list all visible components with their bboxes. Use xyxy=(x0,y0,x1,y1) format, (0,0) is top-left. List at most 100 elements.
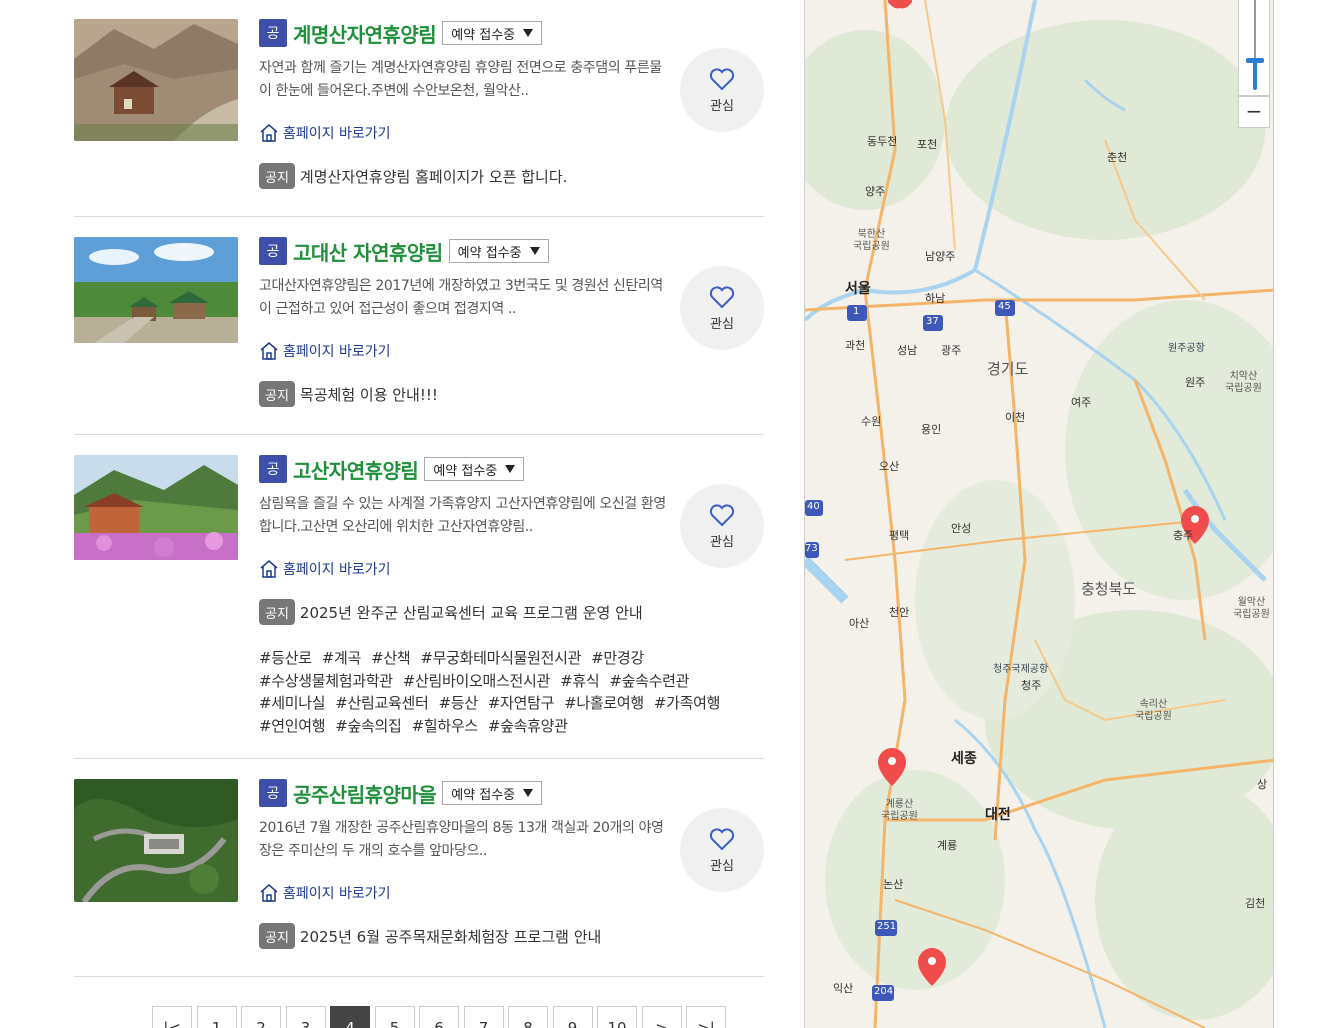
tag[interactable]: #숲속수련관 xyxy=(609,672,689,690)
city-label: 안성 xyxy=(951,522,972,535)
zoom-handle-icon[interactable] xyxy=(1246,58,1264,90)
favorite-button[interactable]: 관심 xyxy=(680,484,764,568)
notice-text[interactable]: 목공체험 이용 안내!!! xyxy=(300,384,438,405)
heart-icon xyxy=(709,503,735,526)
notice-row[interactable]: 공지 계명산자연휴양림 홈페이지가 오픈 합니다. xyxy=(259,163,669,189)
notice-text[interactable]: 2025년 6월 공주목재문화체험장 프로그램 안내 xyxy=(300,926,601,947)
region-label: 경기도 xyxy=(987,360,1029,378)
notice-badge: 공지 xyxy=(259,599,295,625)
park-label: 북한산 국립공원 xyxy=(853,229,890,252)
resort-description: 2016년 7월 개장한 공주산림휴양마을의 8동 13개 객실과 20개의 야… xyxy=(259,820,664,859)
city-label: 천안 xyxy=(889,606,910,619)
tag[interactable]: #연인여행 xyxy=(259,717,326,735)
page-button[interactable]: 1 xyxy=(196,1006,237,1028)
city-label: 하남 xyxy=(925,292,946,305)
resort-title[interactable]: 공주산림휴양마을 xyxy=(293,779,437,808)
city-label: 김천 xyxy=(1245,897,1266,910)
park-label: 치악산 국립공원 xyxy=(1225,371,1262,394)
city-label: 광주 xyxy=(941,344,962,357)
tag[interactable]: #휴식 xyxy=(560,672,600,690)
tag[interactable]: #계곡 xyxy=(322,649,362,667)
homepage-link[interactable]: 홈페이지 바로가기 xyxy=(259,559,669,579)
next-page-button[interactable]: > xyxy=(641,1006,682,1028)
home-icon xyxy=(260,560,278,578)
tag[interactable]: #가족여행 xyxy=(654,694,721,712)
resort-thumbnail[interactable] xyxy=(74,455,238,560)
status-label: 예약 접수중 xyxy=(451,787,516,803)
park-label: 월악산 국립공원 xyxy=(1233,597,1270,620)
homepage-link[interactable]: 홈페이지 바로가기 xyxy=(259,883,669,903)
homepage-link[interactable]: 홈페이지 바로가기 xyxy=(259,123,669,143)
heart-icon xyxy=(709,285,735,308)
page-button[interactable]: 2 xyxy=(241,1006,281,1028)
city-label: 세종 xyxy=(951,751,977,767)
map-view[interactable]: 1 37 45 40 73 251 204 동두천 포천 춘천 양주 남양주 서… xyxy=(804,0,1274,1028)
road-number: 37 xyxy=(926,316,939,327)
city-label: 원주 xyxy=(1185,376,1206,389)
favorite-button[interactable]: 관심 xyxy=(680,48,764,132)
page-button[interactable]: 9 xyxy=(552,1006,593,1028)
tag[interactable]: #힐하우스 xyxy=(412,717,479,735)
airport-label: 청주국제공항 xyxy=(993,664,1049,675)
city-label: 아산 xyxy=(849,617,870,630)
tag[interactable]: #등산 xyxy=(439,694,479,712)
homepage-link[interactable]: 홈페이지 바로가기 xyxy=(259,341,669,361)
reservation-status-select[interactable]: 예약 접수중 xyxy=(442,781,543,805)
list-item: 공 공주산림휴양마을 예약 접수중 2016년 7월 개장한 공주산림휴양마을의… xyxy=(74,759,764,977)
first-page-icon: |< xyxy=(163,1019,181,1028)
favorite-label: 관심 xyxy=(710,534,734,550)
zoom-slider[interactable] xyxy=(1238,0,1270,96)
notice-row[interactable]: 공지 2025년 6월 공주목재문화체험장 프로그램 안내 xyxy=(259,923,669,949)
tag[interactable]: #만경강 xyxy=(591,649,644,667)
public-badge: 공 xyxy=(259,779,287,807)
tag[interactable]: #자연탐구 xyxy=(488,694,555,712)
tag[interactable]: #수상생물체험과학관 xyxy=(259,672,393,690)
page-button[interactable]: 7 xyxy=(463,1006,504,1028)
page-button[interactable]: 8 xyxy=(508,1006,548,1028)
airport-label: 원주공항 xyxy=(1168,343,1205,354)
last-page-button[interactable]: >| xyxy=(686,1006,726,1028)
city-label: 서울 xyxy=(845,281,871,297)
favorite-label: 관심 xyxy=(710,316,734,332)
reservation-status-select[interactable]: 예약 접수중 xyxy=(448,239,549,263)
reservation-status-select[interactable]: 예약 접수중 xyxy=(442,21,543,45)
city-label: 용인 xyxy=(921,423,942,436)
page-button[interactable]: 10 xyxy=(597,1006,637,1028)
tag[interactable]: #세미나실 xyxy=(259,694,326,712)
caret-down-icon xyxy=(523,29,534,37)
tag[interactable]: #숲속의집 xyxy=(335,717,402,735)
resort-title[interactable]: 고산자연휴양림 xyxy=(293,455,419,484)
road-number: 73 xyxy=(805,543,818,554)
city-label: 청주 xyxy=(1021,679,1042,692)
page-button[interactable]: 5 xyxy=(374,1006,415,1028)
tag[interactable]: #산책 xyxy=(371,649,411,667)
tag[interactable]: #등산로 xyxy=(259,649,312,667)
resort-thumbnail[interactable] xyxy=(74,19,238,141)
resort-title[interactable]: 고대산 자연휴양림 xyxy=(293,237,443,266)
list-item: 공 계명산자연휴양림 예약 접수중 자연과 함께 즐기는 계명산자연휴양림 휴양… xyxy=(74,0,764,217)
map-canvas[interactable] xyxy=(805,0,1274,1028)
zoom-out-button[interactable]: − xyxy=(1238,96,1270,128)
tag[interactable]: #산림바이오매스전시관 xyxy=(403,672,551,690)
notice-text[interactable]: 2025년 완주군 산림교육센터 교육 프로그램 운영 안내 xyxy=(300,602,643,623)
resort-thumbnail[interactable] xyxy=(74,237,238,343)
notice-row[interactable]: 공지 2025년 완주군 산림교육센터 교육 프로그램 운영 안내 xyxy=(259,599,669,625)
tag[interactable]: #무궁화테마식물원전시관 xyxy=(420,649,581,667)
notice-row[interactable]: 공지 목공체험 이용 안내!!! xyxy=(259,381,669,407)
first-page-button[interactable]: |< xyxy=(152,1006,192,1028)
city-label: 포천 xyxy=(917,138,938,151)
last-page-icon: >| xyxy=(697,1019,715,1028)
tag[interactable]: #나홀로여행 xyxy=(564,694,644,712)
page-button[interactable]: 3 xyxy=(285,1006,326,1028)
page-button-current[interactable]: 4 xyxy=(330,1006,370,1028)
notice-text[interactable]: 계명산자연휴양림 홈페이지가 오픈 합니다. xyxy=(300,166,567,187)
tag[interactable]: #숲속휴양관 xyxy=(488,717,568,735)
tag[interactable]: #산림교육센터 xyxy=(335,694,429,712)
reservation-status-select[interactable]: 예약 접수중 xyxy=(424,457,525,481)
favorite-button[interactable]: 관심 xyxy=(680,808,764,892)
favorite-button[interactable]: 관심 xyxy=(680,266,764,350)
resort-thumbnail[interactable] xyxy=(74,779,238,902)
page-button[interactable]: 6 xyxy=(419,1006,459,1028)
city-label: 계룡 xyxy=(937,839,958,852)
resort-title[interactable]: 계명산자연휴양림 xyxy=(293,19,437,48)
